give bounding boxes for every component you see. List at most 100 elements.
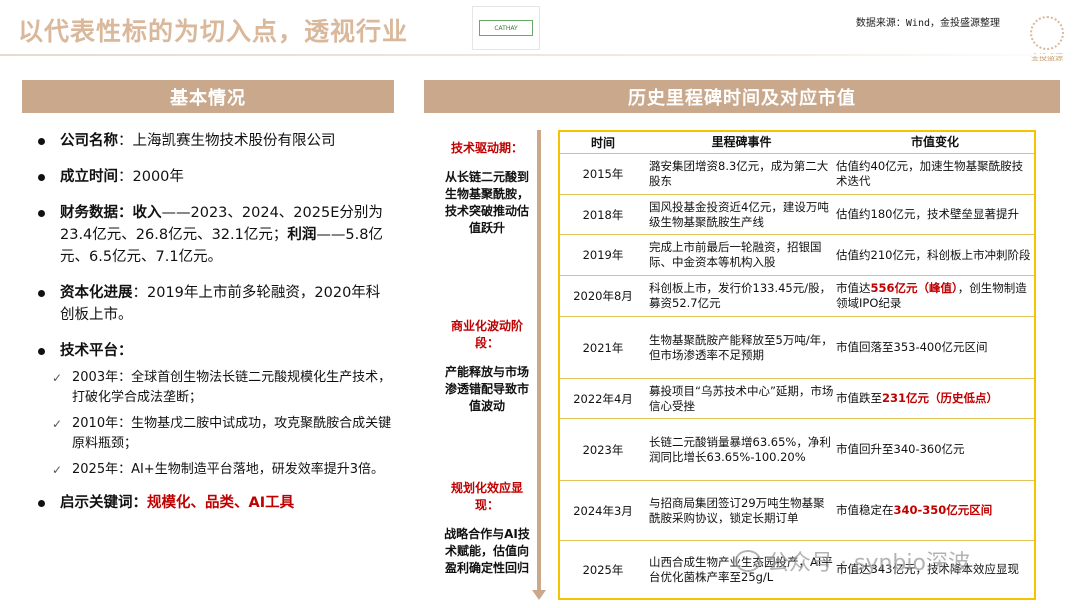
phase-tech-driven: 技术驱动期： 从长链二元酸到生物基聚酰胺，技术突破推动估值跃升 <box>442 140 532 237</box>
table-row: 2015年 潞安集团增资8.3亿元，成为第二大股东 估值约40亿元，加速生物基聚… <box>560 154 1034 195</box>
column-header-value: 市值变化 <box>910 135 959 149</box>
cell-event: 国风投基金投资近4亿元，建设万吨级生物基聚酰胺生产线 <box>649 199 829 229</box>
data-source-note: 数据来源：Wind，金投盛源整理 <box>855 18 1000 29</box>
cell-value-text: 估值约40亿元，加速生物基聚酰胺技术迭代 <box>836 159 1024 188</box>
table-header-row: 时间 里程碑事件 市值变化 <box>560 132 1034 154</box>
company-label: 公司名称 <box>60 133 118 149</box>
cell-event: 完成上市前最后一轮融资，招银国际、中金资本等机构入股 <box>649 240 822 269</box>
tech-item-text: 2003年：全球首创生物法长链二元酸规模化生产技术，打破化学合成法垄断； <box>72 370 392 405</box>
section-header-milestones: 历史里程碑时间及对应市值 <box>424 80 1060 113</box>
table-row: 2021年 生物基聚酰胺产能释放至5万吨/年，但市场渗透率不足预期 市值回落至3… <box>560 317 1034 379</box>
brand-logo: 金投盛源 <box>1028 16 1066 66</box>
company-value: ：上海凯赛生物技术股份有限公司 <box>118 133 336 149</box>
info-item-founded: 成立时间：2000年 <box>36 166 392 188</box>
cell-value: 市值达556亿元（峰值），创生物制造领域IPO纪录 <box>834 276 1034 316</box>
tech-label: 技术平台： <box>60 343 133 359</box>
column-header-event: 里程碑事件 <box>711 135 772 149</box>
cell-event: 生物基聚酰胺产能释放至5万吨/年，但市场渗透率不足预期 <box>649 332 833 362</box>
cell-time: 2018年 <box>582 207 624 222</box>
cell-value-highlight: 231亿元（历史低点） <box>882 391 999 405</box>
cell-value: 市值回落至353-400亿元区间 <box>834 317 1034 378</box>
info-item-company: 公司名称：上海凯赛生物技术股份有限公司 <box>36 130 392 152</box>
cell-time: 2024年3月 <box>573 503 633 518</box>
watermark: 公众号 · synbio深波 <box>735 545 970 577</box>
cell-event: 潞安集团增资8.3亿元，成为第二大股东 <box>649 159 829 188</box>
bullet-icon <box>38 500 45 507</box>
cell-time: 2020年8月 <box>573 289 633 303</box>
profit-label: 利润 <box>287 227 317 243</box>
cell-time: 2022年4月 <box>573 391 633 406</box>
cell-value-text: 市值回升至340-360亿元 <box>836 442 965 456</box>
cell-event: 长链二元酸销量暴增63.65%，净利润同比增长63.65%-100.20% <box>649 434 831 464</box>
phase-title: 商业化波动阶段： <box>450 319 523 350</box>
cell-time: 2015年 <box>582 167 624 181</box>
milestone-table: 时间 里程碑事件 市值变化 2015年 潞安集团增资8.3亿元，成为第二大股东 … <box>558 130 1036 600</box>
column-header-time: 时间 <box>590 136 615 150</box>
bullet-icon <box>38 174 45 181</box>
basic-info-list: 公司名称：上海凯赛生物技术股份有限公司 成立时间：2000年 财务数据：收入——… <box>36 130 392 514</box>
watermark-text: 公众号 · synbio深波 <box>767 551 970 576</box>
cell-value-highlight: 340-350亿元区间 <box>893 503 993 517</box>
phase-title: 规划化效应显现： <box>450 481 523 512</box>
cell-value: 估值约210亿元，科创板上市冲刺阶段 <box>834 235 1034 275</box>
cell-value: 市值稳定在340-350亿元区间 <box>834 481 1034 540</box>
check-icon: ✓ <box>52 371 63 385</box>
bullet-icon <box>38 210 45 217</box>
cell-event: 与招商局集团签订29万吨生物基聚酰胺采购协议，锁定长期订单 <box>649 495 825 525</box>
tech-item-text: 2025年：AI+生物制造平台落地，研发效率提升3倍。 <box>72 462 384 477</box>
timeline-arrow-line <box>537 130 541 594</box>
table-row: 2022年4月 募投项目“乌苏技术中心”延期，市场信心受挫 市值跌至231亿元（… <box>560 379 1034 419</box>
info-item-tech: 技术平台： <box>36 340 392 362</box>
cell-value-text: 市值达 <box>836 281 871 295</box>
revenue-label: 收入 <box>132 205 162 221</box>
cell-value: 市值回升至340-360亿元 <box>834 419 1034 480</box>
phase-scale-effect: 规划化效应显现： 战略合作与AI技术赋能，估值向盈利确定性回归 <box>442 480 532 577</box>
info-item-keywords: 启示关键词：规模化、品类、AI工具 <box>36 492 392 514</box>
cell-value-text: 估值约180亿元，技术壁垒显著提升 <box>836 207 1019 221</box>
cell-event: 科创板上市，发行价133.45元/股，募资52.7亿元 <box>649 281 832 310</box>
phase-desc: 产能释放与市场渗透错配导致市值波动 <box>444 365 529 413</box>
tech-item: ✓ 2025年：AI+生物制造平台落地，研发效率提升3倍。 <box>36 460 392 480</box>
table-row: 2024年3月 与招商局集团签订29万吨生物基聚酰胺采购协议，锁定长期订单 市值… <box>560 481 1034 541</box>
table-row: 2018年 国风投基金投资近4亿元，建设万吨级生物基聚酰胺生产线 估值约180亿… <box>560 195 1034 235</box>
info-item-capital: 资本化进展：2019年上市前多轮融资，2020年科创板上市。 <box>36 282 392 326</box>
brand-emblem-icon <box>1030 16 1064 50</box>
check-icon: ✓ <box>52 463 63 477</box>
capital-label: 资本化进展 <box>60 285 133 301</box>
keywords-value: 规模化、品类、AI工具 <box>147 495 295 511</box>
finance-label: 财务数据： <box>60 205 133 221</box>
bullet-icon <box>38 138 45 145</box>
founded-value: ：2000年 <box>118 169 184 185</box>
phase-desc: 战略合作与AI技术赋能，估值向盈利确定性回归 <box>444 527 530 575</box>
table-row: 2020年8月 科创板上市，发行价133.45元/股，募资52.7亿元 市值达5… <box>560 276 1034 317</box>
cell-time: 2023年 <box>582 442 624 457</box>
company-logo: CATHAY <box>472 6 540 50</box>
table-row: 2019年 完成上市前最后一轮融资，招银国际、中金资本等机构入股 估值约210亿… <box>560 235 1034 276</box>
phase-title: 技术驱动期： <box>450 141 523 155</box>
cell-time: 2021年 <box>582 340 624 355</box>
cell-time: 2019年 <box>582 248 624 262</box>
page-title: 以代表性标的为切入点，透视行业 <box>18 17 409 46</box>
wechat-icon <box>735 550 761 572</box>
header-divider <box>0 54 1080 56</box>
founded-label: 成立时间 <box>60 169 118 185</box>
bullet-icon <box>38 290 45 297</box>
cell-value: 估值约180亿元，技术壁垒显著提升 <box>834 195 1034 234</box>
arrow-down-icon <box>532 590 546 600</box>
check-icon: ✓ <box>52 417 63 431</box>
tech-item: ✓ 2010年：生物基戊二胺中试成功，攻克聚酰胺合成关键原料瓶颈； <box>36 414 392 454</box>
info-item-finance: 财务数据：收入——2023、2024、2025E分别为23.4亿元、26.8亿元… <box>36 202 392 268</box>
phase-desc: 从长链二元酸到生物基聚酰胺，技术突破推动估值跃升 <box>444 170 529 235</box>
logo-text: CATHAY <box>479 20 533 36</box>
table-row: 2023年 长链二元酸销量暴增63.65%，净利润同比增长63.65%-100.… <box>560 419 1034 481</box>
bullet-icon <box>38 348 45 355</box>
cell-value: 估值约40亿元，加速生物基聚酰胺技术迭代 <box>834 154 1034 194</box>
cell-event: 募投项目“乌苏技术中心”延期，市场信心受挫 <box>649 383 834 413</box>
cell-value-text: 估值约210亿元，科创板上市冲刺阶段 <box>836 247 1031 262</box>
cell-time: 2025年 <box>582 562 624 577</box>
cell-value-text: 市值回落至353-400亿元区间 <box>836 340 988 354</box>
section-header-basic-info: 基本情况 <box>22 80 394 113</box>
cell-value-text: 市值稳定在 <box>836 503 894 517</box>
tech-item: ✓ 2003年：全球首创生物法长链二元酸规模化生产技术，打破化学合成法垄断； <box>36 368 392 408</box>
keywords-label: 启示关键词： <box>60 495 147 511</box>
